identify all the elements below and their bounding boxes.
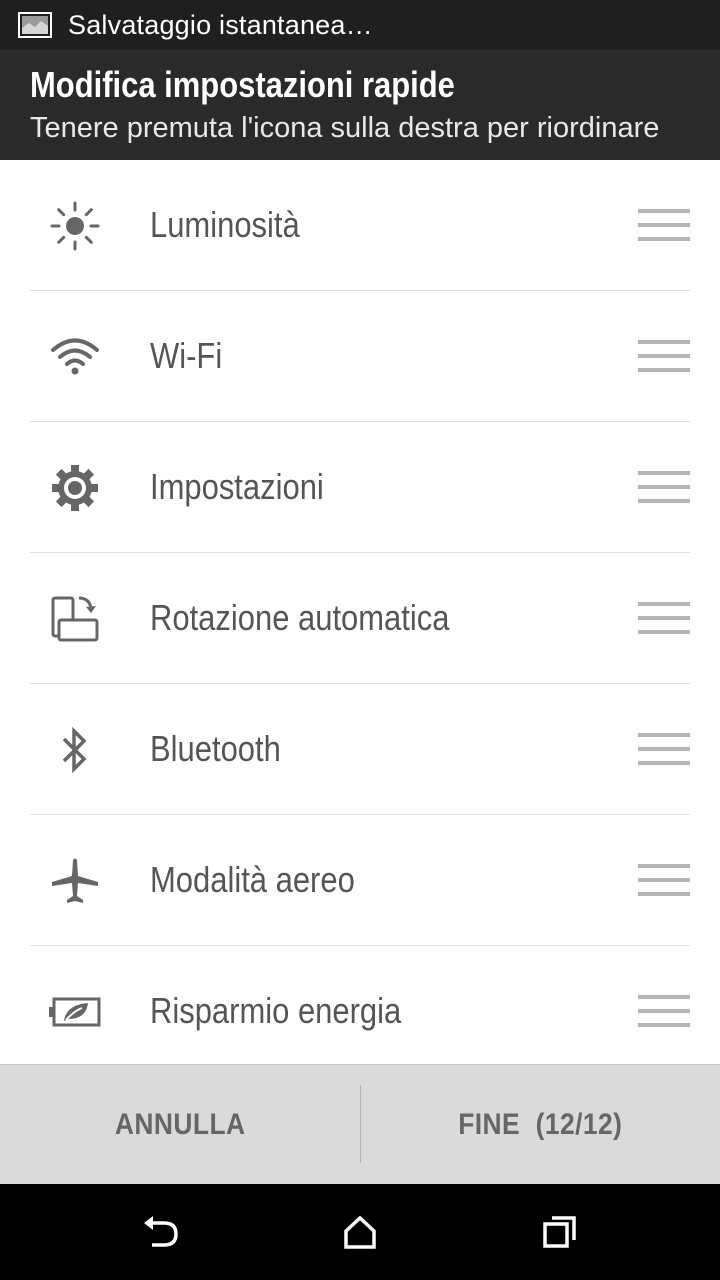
list-item-label: Risparmio energia bbox=[150, 990, 402, 1031]
list-item-label: Bluetooth bbox=[150, 728, 281, 769]
cancel-button[interactable]: ANNULLA bbox=[0, 1065, 360, 1185]
image-icon bbox=[18, 12, 52, 38]
list-item-label: Luminosità bbox=[150, 204, 300, 245]
action-bar: ANNULLA FINE (12/12) bbox=[0, 1064, 720, 1185]
quick-settings-list: Luminosità Wi-Fi Impostazioni Rotazione … bbox=[0, 160, 720, 1064]
header: Modifica impostazioni rapide Tenere prem… bbox=[0, 50, 720, 160]
brightness-icon bbox=[45, 196, 105, 256]
list-item-auto-rotate[interactable]: Rotazione automatica bbox=[0, 553, 720, 684]
drag-handle-icon[interactable] bbox=[638, 602, 690, 634]
list-item-label: Modalità aereo bbox=[150, 859, 355, 900]
home-icon[interactable] bbox=[338, 1210, 382, 1254]
page-subtitle: Tenere premuta l'icona sulla destra per … bbox=[30, 112, 660, 144]
done-button-label: FINE (12/12) bbox=[457, 1108, 623, 1141]
power-saver-icon bbox=[45, 982, 105, 1042]
cancel-button-label: ANNULLA bbox=[114, 1108, 246, 1141]
drag-handle-icon[interactable] bbox=[638, 209, 690, 241]
list-item-airplane-mode[interactable]: Modalità aereo bbox=[0, 815, 720, 946]
bluetooth-icon bbox=[45, 720, 105, 780]
list-item-brightness[interactable]: Luminosità bbox=[0, 160, 720, 291]
navigation-bar bbox=[0, 1184, 720, 1280]
drag-handle-icon[interactable] bbox=[638, 995, 690, 1027]
drag-handle-icon[interactable] bbox=[638, 340, 690, 372]
notification-text: Salvataggio istantanea… bbox=[68, 9, 373, 40]
drag-handle-icon[interactable] bbox=[638, 733, 690, 765]
list-item-settings[interactable]: Impostazioni bbox=[0, 422, 720, 553]
list-item-power-saver[interactable]: Risparmio energia bbox=[0, 946, 720, 1064]
status-bar: Salvataggio istantanea… bbox=[0, 0, 720, 50]
recents-icon[interactable] bbox=[538, 1210, 582, 1254]
list-item-bluetooth[interactable]: Bluetooth bbox=[0, 684, 720, 815]
drag-handle-icon[interactable] bbox=[638, 471, 690, 503]
back-icon[interactable] bbox=[138, 1210, 182, 1254]
done-button[interactable]: FINE (12/12) bbox=[360, 1065, 720, 1185]
gear-icon bbox=[45, 458, 105, 518]
page-title: Modifica impostazioni rapide bbox=[30, 64, 455, 105]
drag-handle-icon[interactable] bbox=[638, 864, 690, 896]
list-item-wifi[interactable]: Wi-Fi bbox=[0, 291, 720, 422]
wifi-icon bbox=[45, 327, 105, 387]
airplane-icon bbox=[45, 851, 105, 911]
list-item-label: Impostazioni bbox=[150, 466, 324, 507]
auto-rotate-icon bbox=[45, 589, 105, 649]
list-item-label: Rotazione automatica bbox=[150, 597, 450, 638]
list-item-label: Wi-Fi bbox=[150, 335, 223, 376]
